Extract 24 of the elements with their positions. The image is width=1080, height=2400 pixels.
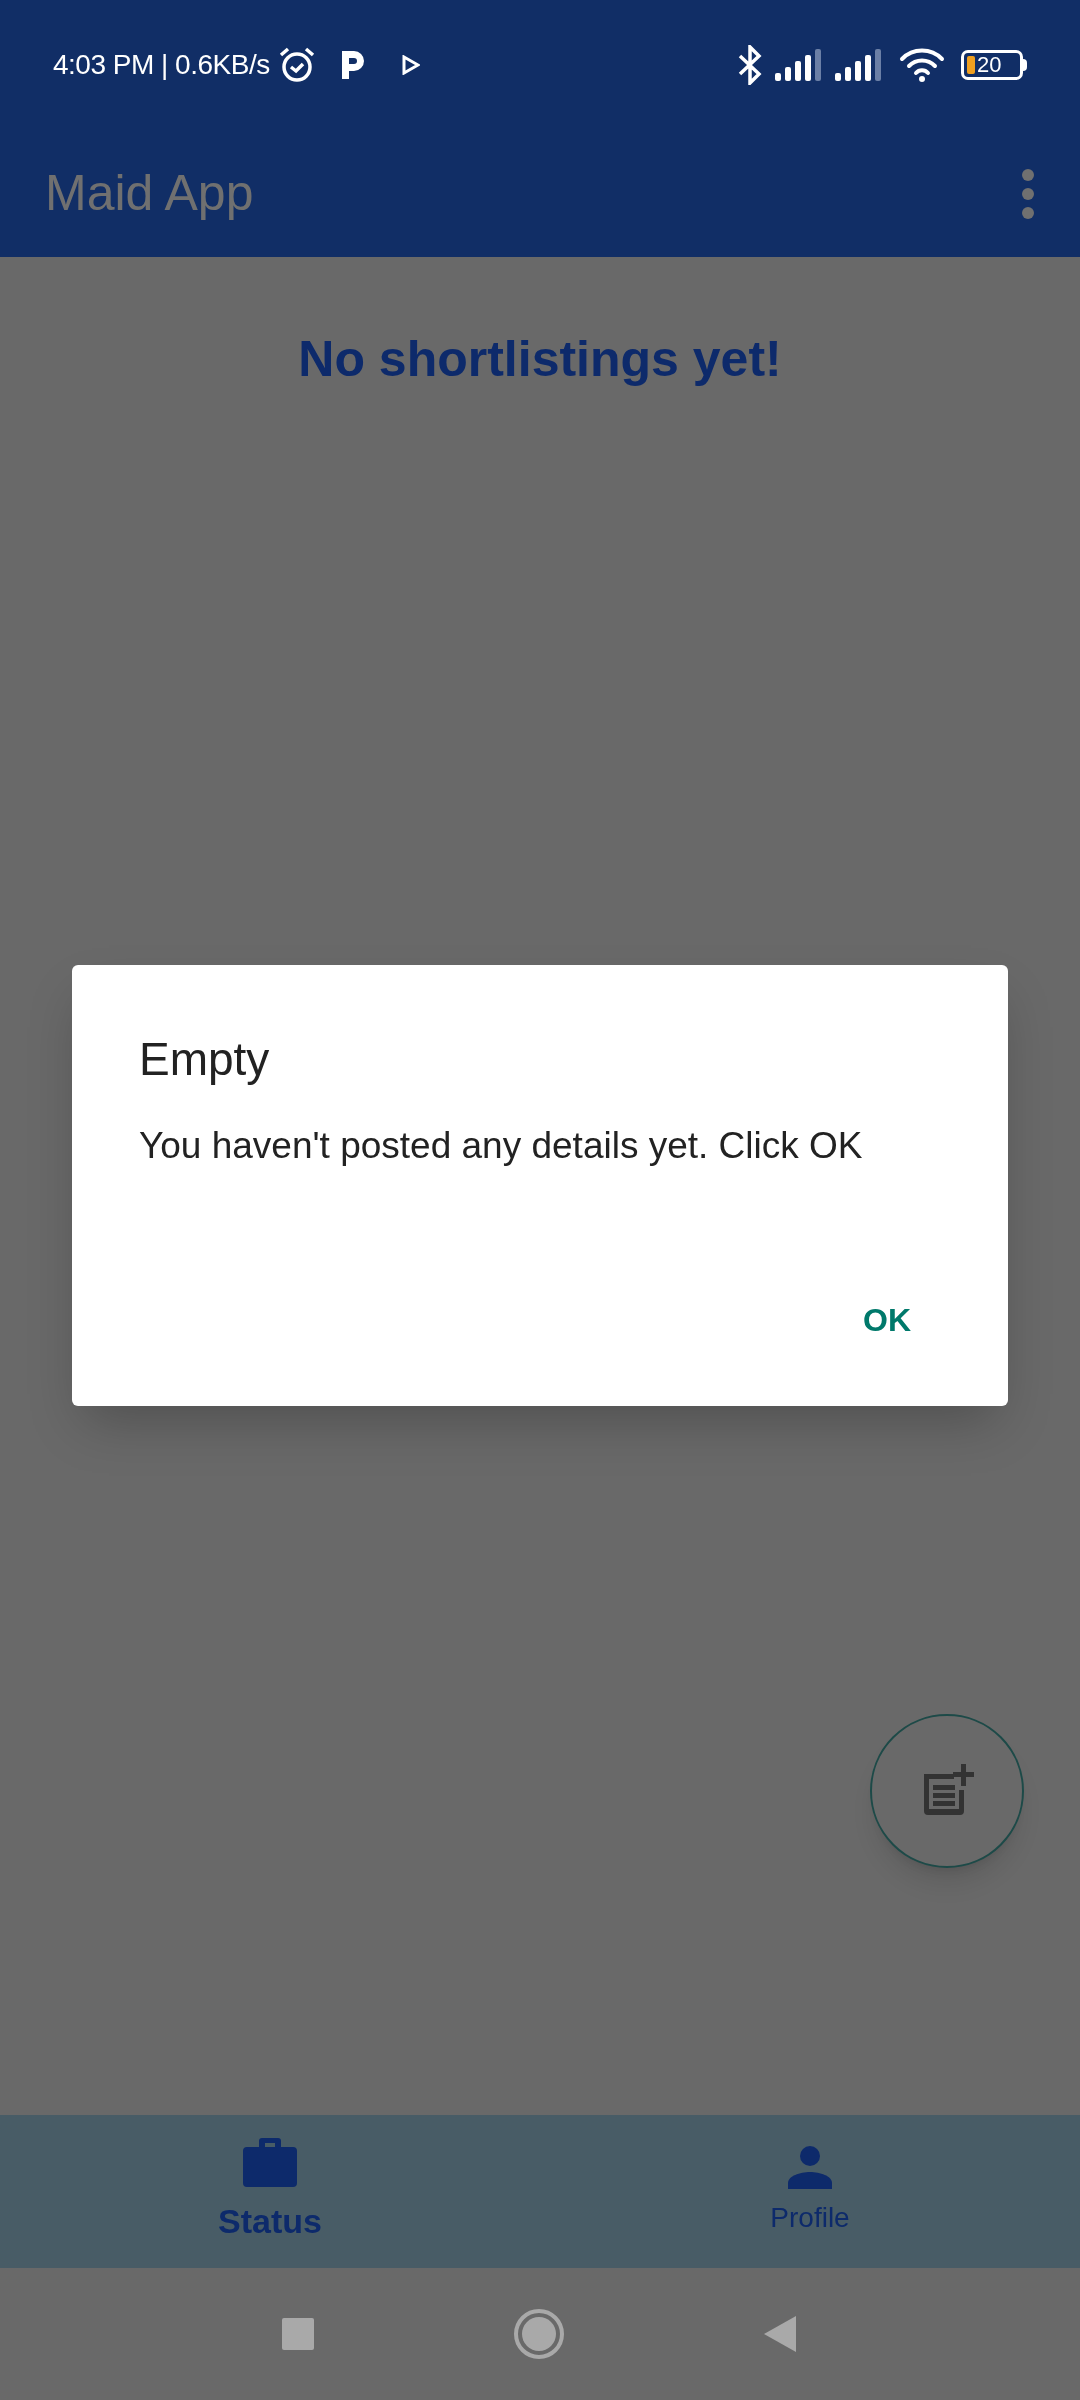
dialog-title: Empty — [139, 1032, 271, 1087]
home-button[interactable] — [514, 2309, 564, 2359]
signal-icon — [835, 49, 883, 81]
dialog-message: You haven't posted any details yet. Click OK — [139, 1124, 864, 1168]
battery-level: 20 — [977, 54, 1002, 76]
nav-tab[interactable]: Status — [0, 2115, 540, 2268]
play-icon — [401, 55, 420, 75]
briefcase-icon — [242, 2136, 298, 2188]
battery-charge — [967, 56, 975, 74]
nav-tab[interactable]: Profile — [540, 2115, 1080, 2268]
parking-icon — [339, 49, 366, 81]
alarm-icon — [277, 46, 316, 84]
wifi-icon — [899, 47, 945, 83]
nav-label: Profile — [770, 2200, 850, 2235]
bluetooth-icon — [737, 45, 763, 85]
app-title: Maid App — [45, 164, 254, 223]
nav-label: Status — [218, 2201, 322, 2242]
person-icon — [788, 2144, 832, 2189]
empty-message: No shortlistings yet! — [298, 330, 782, 389]
status-time: 4:03 PM | 0.6KB/s — [53, 48, 270, 82]
ok-button[interactable]: OK — [833, 1284, 941, 1356]
back-button[interactable] — [764, 2315, 798, 2353]
signal-icon — [775, 49, 823, 81]
back-icon — [764, 2316, 796, 2352]
